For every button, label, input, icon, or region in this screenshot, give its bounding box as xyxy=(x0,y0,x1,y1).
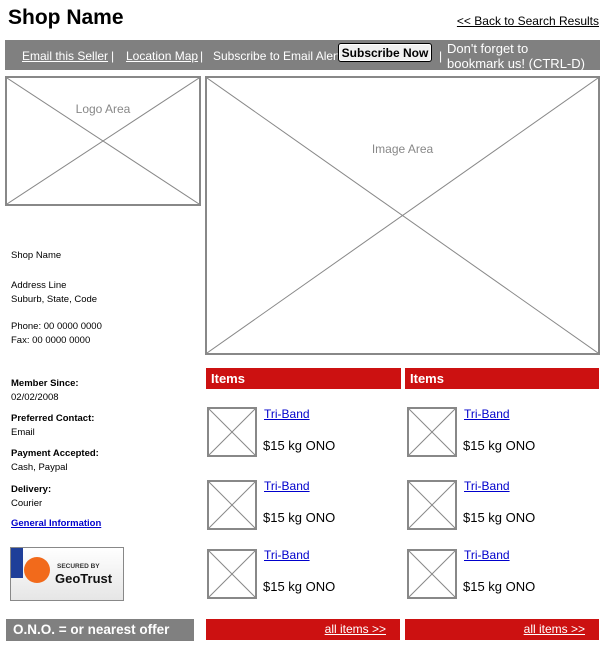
placeholder-cross-icon xyxy=(409,551,455,597)
payment-accepted: Payment Accepted: Cash, Paypal xyxy=(11,447,99,475)
image-placeholder: Image Area xyxy=(205,76,600,355)
payment-label: Payment Accepted: xyxy=(11,448,99,459)
member-since: Member Since: 02/02/2008 xyxy=(11,377,79,405)
seal-blue-block xyxy=(11,548,23,578)
preferred-contact: Preferred Contact: Email xyxy=(11,412,94,440)
items-column-1: Items xyxy=(206,368,401,389)
subscribe-now-button[interactable]: Subscribe Now xyxy=(338,43,432,62)
placeholder-cross-icon xyxy=(207,78,598,353)
delivery-label: Delivery: xyxy=(11,484,52,495)
item-price: $15 kg ONO xyxy=(263,438,336,453)
delivery-value: Courier xyxy=(11,498,43,509)
list-item[interactable]: Tri-Band $15 kg ONO xyxy=(207,548,397,601)
shop-address: Address Line Suburb, State, Code xyxy=(11,279,97,307)
item-name-link[interactable]: Tri-Band xyxy=(264,548,310,562)
placeholder-cross-icon xyxy=(7,78,199,204)
bookmark-line-1: Don't forget to xyxy=(447,41,529,56)
logo-area-label: Logo Area xyxy=(75,102,131,116)
page-title: Shop Name xyxy=(8,6,124,29)
item-name-link[interactable]: Tri-Band xyxy=(464,479,510,493)
toolbar-separator: | xyxy=(111,49,115,63)
image-area-label: Image Area xyxy=(371,142,434,156)
item-name-link[interactable]: Tri-Band xyxy=(264,407,310,421)
placeholder-cross-icon xyxy=(409,482,455,528)
list-item[interactable]: Tri-Band $15 kg ONO xyxy=(407,479,597,532)
suburb-line: Suburb, State, Code xyxy=(11,294,98,305)
item-thumbnail[interactable] xyxy=(407,480,457,530)
item-name-link[interactable]: Tri-Band xyxy=(464,407,510,421)
bookmark-line-2: bookmark us! (CTRL-D) xyxy=(447,56,585,71)
item-thumbnail[interactable] xyxy=(207,407,257,457)
list-item[interactable]: Tri-Band $15 kg ONO xyxy=(207,407,397,459)
seal-secured-by: SECURED BY xyxy=(57,563,100,570)
toolbar-separator: | xyxy=(200,49,204,63)
geotrust-logo-icon xyxy=(24,557,50,583)
payment-value: Cash, Paypal xyxy=(11,462,68,473)
address-line: Address Line xyxy=(11,280,67,291)
logo-placeholder: Logo Area xyxy=(5,76,201,206)
shop-contact: Phone: 00 0000 0000 Fax: 00 0000 0000 xyxy=(11,320,102,348)
items-column-2: Items xyxy=(405,368,599,389)
preferred-contact-value: Email xyxy=(11,427,35,438)
seal-brand: GeoTrust xyxy=(55,571,113,586)
list-item[interactable]: Tri-Band $15 kg ONO xyxy=(407,407,597,459)
all-items-link[interactable]: all items >> xyxy=(405,619,599,640)
bookmark-reminder: Don't forget to bookmark us! (CTRL-D) xyxy=(447,41,585,71)
item-thumbnail[interactable] xyxy=(407,549,457,599)
general-information-link[interactable]: General Information xyxy=(11,518,101,529)
item-price: $15 kg ONO xyxy=(263,510,336,525)
item-price: $15 kg ONO xyxy=(463,579,536,594)
delivery: Delivery: Courier xyxy=(11,483,51,511)
list-item[interactable]: Tri-Band $15 kg ONO xyxy=(207,479,397,532)
location-map-link[interactable]: Location Map xyxy=(126,49,198,63)
phone-number: Phone: 00 0000 0000 xyxy=(11,321,102,332)
email-seller-link[interactable]: Email this Seller xyxy=(22,49,108,63)
subscribe-alerts-text: Subscribe to Email Alerts xyxy=(213,49,347,63)
item-name-link[interactable]: Tri-Band xyxy=(264,479,310,493)
item-price: $15 kg ONO xyxy=(463,438,536,453)
shop-info-name: Shop Name xyxy=(11,250,62,261)
all-items-link[interactable]: all items >> xyxy=(206,619,400,640)
ono-note: O.N.O. = or nearest offer xyxy=(6,619,194,641)
placeholder-cross-icon xyxy=(209,409,255,455)
item-price: $15 kg ONO xyxy=(263,579,336,594)
item-thumbnail[interactable] xyxy=(207,549,257,599)
fax-number: Fax: 00 0000 0000 xyxy=(11,335,91,346)
seller-toolbar: Email this Seller | Location Map | Subsc… xyxy=(5,40,600,71)
item-name-link[interactable]: Tri-Band xyxy=(464,548,510,562)
item-thumbnail[interactable] xyxy=(407,407,457,457)
placeholder-cross-icon xyxy=(209,551,255,597)
items-header: Items xyxy=(206,368,401,389)
back-to-search-link[interactable]: << Back to Search Results xyxy=(457,14,599,28)
list-item[interactable]: Tri-Band $15 kg ONO xyxy=(407,548,597,601)
item-price: $15 kg ONO xyxy=(463,510,536,525)
member-since-label: Member Since: xyxy=(11,378,79,389)
placeholder-cross-icon xyxy=(409,409,455,455)
item-thumbnail[interactable] xyxy=(207,480,257,530)
preferred-contact-label: Preferred Contact: xyxy=(11,413,95,424)
toolbar-separator: | xyxy=(439,49,443,63)
placeholder-cross-icon xyxy=(209,482,255,528)
member-since-value: 02/02/2008 xyxy=(11,392,59,403)
items-header: Items xyxy=(405,368,599,389)
geotrust-seal[interactable]: SECURED BY GeoTrust xyxy=(10,547,124,601)
